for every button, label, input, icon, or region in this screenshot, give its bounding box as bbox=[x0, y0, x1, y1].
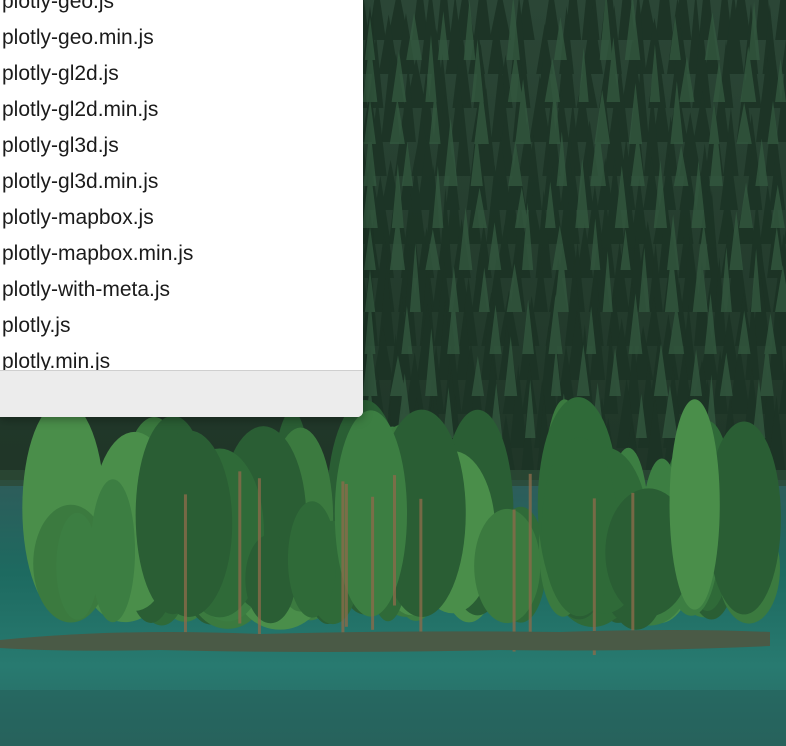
file-item-plotly-gl3d-js[interactable]: plotly-gl3d.js bbox=[0, 128, 363, 164]
file-item-plotly-js[interactable]: plotly.js bbox=[0, 308, 363, 344]
file-item-plotly-with-meta-js[interactable]: plotly-with-meta.js bbox=[0, 272, 363, 308]
file-item-plotly-gl2d-js[interactable]: plotly-gl2d.js bbox=[0, 56, 363, 92]
file-item-plotly-min-js[interactable]: plotly.min.js bbox=[0, 344, 363, 371]
file-item-plotly-geo-min-js[interactable]: plotly-geo.min.js bbox=[0, 20, 363, 56]
file-item-plotly-gl3d-min-js[interactable]: plotly-gl3d.min.js bbox=[0, 164, 363, 200]
status-bar bbox=[0, 370, 363, 417]
file-item-plotly-mapbox-js[interactable]: plotly-mapbox.js bbox=[0, 200, 363, 236]
finder-window[interactable]: plotly-geo.js plotly-geo.min.js plotly-g… bbox=[0, 0, 363, 417]
desktop-wallpaper: plotly-geo.js plotly-geo.min.js plotly-g… bbox=[0, 0, 786, 746]
file-item-plotly-gl2d-min-js[interactable]: plotly-gl2d.min.js bbox=[0, 92, 363, 128]
file-item-plotly-mapbox-min-js[interactable]: plotly-mapbox.min.js bbox=[0, 236, 363, 272]
file-list[interactable]: plotly-geo.js plotly-geo.min.js plotly-g… bbox=[0, 0, 363, 371]
file-item-plotly-geo-js[interactable]: plotly-geo.js bbox=[0, 0, 363, 20]
